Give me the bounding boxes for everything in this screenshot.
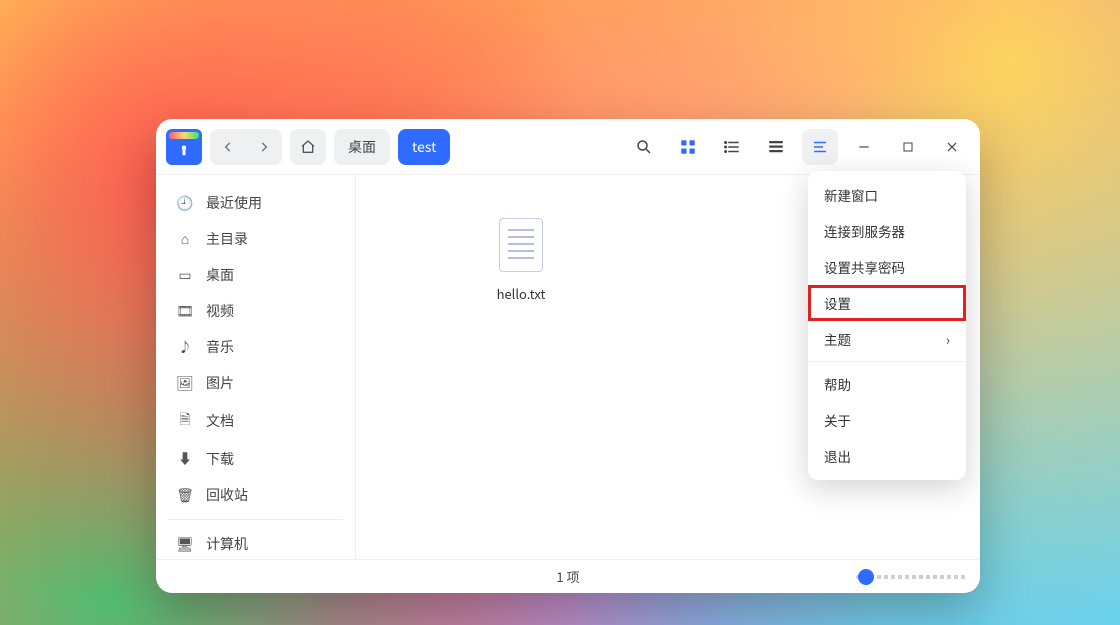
file-name: hello.txt (497, 284, 546, 303)
item-count: 1 项 (556, 567, 579, 586)
menu-separator (808, 361, 966, 362)
menu-about[interactable]: 关于 (808, 402, 966, 438)
sidebar-item-label: 桌面 (206, 265, 234, 285)
music-icon: ♪ (176, 337, 194, 357)
sidebar-item-label: 计算机 (206, 534, 248, 554)
desktop-wallpaper: 桌面 test (0, 0, 1120, 625)
sidebar-item-label: 视频 (206, 301, 234, 321)
nav-buttons (210, 129, 282, 165)
sidebar: 🕘最近使用 ⌂主目录 ▭桌面 🎞视频 ♪音乐 🖼图片 🗎文档 ⬇下载 🗑回收站 … (156, 175, 356, 559)
sidebar-item-label: 最近使用 (206, 193, 262, 213)
back-button[interactable] (210, 129, 246, 165)
sidebar-item-pictures[interactable]: 🖼 图片 (156, 365, 355, 401)
sidebar-item-label: 回收站 (206, 485, 248, 505)
sidebar-item-label: 音乐 (206, 337, 234, 357)
sidebar-item-label: 图片 (206, 373, 234, 393)
download-icon: ⬇ (176, 449, 194, 469)
menu-quit[interactable]: 退出 (808, 438, 966, 474)
home-button[interactable] (290, 129, 326, 165)
zoom-thumb[interactable] (858, 569, 874, 585)
video-icon: 🎞 (176, 301, 194, 321)
menu-connect-server[interactable]: 连接到服务器 (808, 213, 966, 249)
breadcrumb-parent[interactable]: 桌面 (334, 129, 390, 165)
sidebar-item-computer[interactable]: 🖥 计算机 (156, 526, 355, 559)
minimize-button[interactable] (846, 129, 882, 165)
sidebar-item-label: 文档 (206, 411, 234, 431)
sidebar-item-home[interactable]: ⌂ 主目录 (156, 221, 355, 257)
view-list-button[interactable] (714, 129, 750, 165)
status-bar: 1 项 (156, 559, 980, 593)
sidebar-item-desktop[interactable]: ▭ 桌面 (156, 257, 355, 293)
forward-button[interactable] (246, 129, 282, 165)
view-detail-button[interactable] (758, 129, 794, 165)
sidebar-separator (168, 519, 343, 520)
hamburger-menu-button[interactable] (802, 129, 838, 165)
sidebar-item-video[interactable]: 🎞 视频 (156, 293, 355, 329)
sidebar-item-downloads[interactable]: ⬇ 下载 (156, 441, 355, 477)
breadcrumb-current[interactable]: test (398, 129, 450, 165)
trash-icon: 🗑 (176, 485, 194, 505)
maximize-button[interactable] (890, 129, 926, 165)
search-button[interactable] (626, 129, 662, 165)
sidebar-item-label: 下载 (206, 449, 234, 469)
menu-share-password[interactable]: 设置共享密码 (808, 249, 966, 285)
sidebar-item-recent[interactable]: 🕘 最近使用 (156, 185, 355, 221)
view-grid-button[interactable] (670, 129, 706, 165)
text-file-icon (499, 218, 543, 272)
chevron-right-icon: › (946, 329, 950, 349)
sidebar-item-trash[interactable]: 🗑 回收站 (156, 477, 355, 513)
toolbar: 桌面 test (156, 119, 980, 175)
sidebar-item-music[interactable]: ♪ 音乐 (156, 329, 355, 365)
sidebar-item-label: 主目录 (206, 229, 248, 249)
menu-theme[interactable]: 主题› (808, 321, 966, 357)
menu-settings[interactable]: 设置 (808, 285, 966, 321)
file-tile[interactable]: hello.txt (456, 195, 586, 325)
app-logo (166, 129, 202, 165)
computer-icon: 🖥 (176, 534, 194, 554)
sidebar-item-documents[interactable]: 🗎 文档 (156, 401, 355, 441)
home-icon: ⌂ (176, 229, 194, 249)
hamburger-menu: 新建窗口 连接到服务器 设置共享密码 设置 主题› 帮助 关于 退出 (808, 171, 966, 480)
menu-new-window[interactable]: 新建窗口 (808, 177, 966, 213)
menu-help[interactable]: 帮助 (808, 366, 966, 402)
image-icon: 🖼 (176, 373, 194, 393)
close-button[interactable] (934, 129, 970, 165)
document-icon: 🗎 (176, 409, 194, 433)
clock-icon: 🕘 (176, 193, 194, 213)
file-manager-window: 桌面 test (156, 119, 980, 593)
desktop-icon: ▭ (176, 265, 194, 285)
zoom-slider[interactable] (856, 575, 966, 579)
